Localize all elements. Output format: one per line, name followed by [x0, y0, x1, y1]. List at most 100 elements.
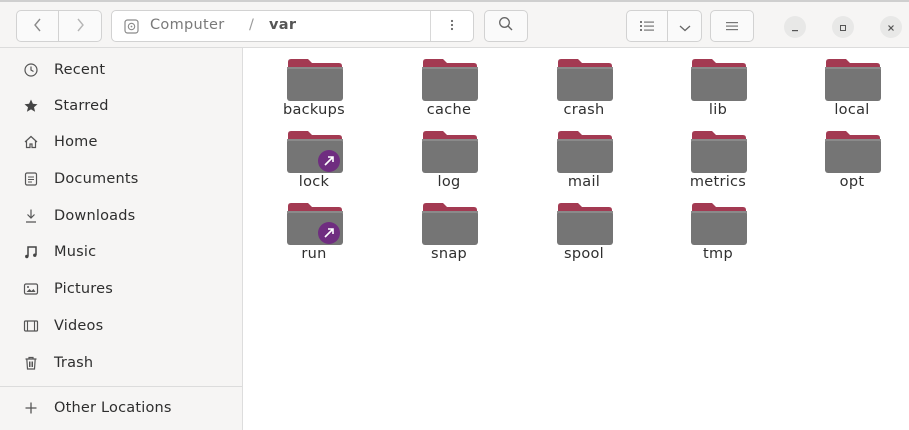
header-bar: Computer / var — [0, 2, 909, 48]
sidebar-item-videos[interactable]: Videos — [0, 308, 242, 344]
view-options-dropdown[interactable] — [668, 10, 702, 42]
folder-symlink-icon — [286, 202, 344, 246]
clock-icon — [22, 61, 40, 79]
folder-icon — [690, 58, 748, 102]
folder-lock[interactable]: lock — [259, 124, 369, 194]
folder-cache[interactable]: cache — [394, 52, 504, 122]
minimize-button[interactable] — [784, 16, 806, 38]
download-icon — [22, 207, 40, 225]
folder-label: lib — [708, 102, 728, 118]
sidebar: Recent Starred Home Documents Downloads — [0, 48, 243, 430]
folder-icon — [421, 130, 479, 174]
sidebar-item-label: Pictures — [54, 281, 114, 297]
folder-grid: backups cache crash lib local lock log mail metr… — [243, 48, 909, 430]
minimize-icon — [790, 18, 800, 37]
folder-icon — [690, 202, 748, 246]
folder-metrics[interactable]: metrics — [663, 124, 773, 194]
chevron-left-icon — [33, 17, 43, 36]
sidebar-divider — [0, 386, 242, 387]
sidebar-item-label: Videos — [54, 318, 104, 334]
folder-label: mail — [567, 174, 601, 190]
folder-label: backups — [282, 102, 346, 118]
view-controls — [626, 10, 702, 42]
sidebar-item-label: Home — [54, 134, 98, 150]
forward-button[interactable] — [59, 10, 102, 42]
folder-icon — [556, 202, 614, 246]
path-separator: / — [249, 17, 254, 33]
plus-icon — [22, 399, 40, 417]
search-button[interactable] — [484, 10, 528, 42]
back-button[interactable] — [16, 10, 59, 42]
folder-icon — [824, 58, 882, 102]
video-icon — [22, 317, 40, 335]
folder-tmp[interactable]: tmp — [663, 196, 773, 266]
sidebar-item-label: Music — [54, 244, 97, 260]
sidebar-item-other-locations[interactable]: Other Locations — [0, 390, 242, 426]
maximize-button[interactable] — [832, 16, 854, 38]
music-icon — [22, 243, 40, 261]
folder-opt[interactable]: opt — [797, 124, 907, 194]
folder-icon — [421, 202, 479, 246]
sidebar-item-label: Recent — [54, 62, 106, 78]
sidebar-item-trash[interactable]: Trash — [0, 345, 242, 381]
folder-label: tmp — [703, 246, 733, 262]
list-view-button[interactable] — [626, 10, 668, 42]
sidebar-item-label: Starred — [54, 98, 109, 114]
folder-icon — [556, 130, 614, 174]
folder-spool[interactable]: spool — [529, 196, 639, 266]
drive-icon — [124, 19, 139, 38]
folder-lib[interactable]: lib — [663, 52, 773, 122]
hamburger-icon — [725, 17, 739, 36]
maximize-icon — [838, 18, 848, 37]
list-view-icon — [639, 17, 655, 36]
sidebar-item-home[interactable]: Home — [0, 124, 242, 160]
picture-icon — [22, 280, 40, 298]
sidebar-item-label: Downloads — [54, 208, 136, 224]
sidebar-item-recent[interactable]: Recent — [0, 52, 242, 88]
file-manager-window: Computer / var Recent Starred Home Docum… — [0, 0, 909, 430]
chevron-right-icon — [75, 17, 85, 36]
folder-icon — [824, 130, 882, 174]
sidebar-item-downloads[interactable]: Downloads — [0, 198, 242, 234]
folder-label: log — [437, 174, 461, 190]
folder-label: lock — [298, 174, 330, 190]
path-bar[interactable]: Computer / var — [111, 10, 474, 42]
folder-icon — [556, 58, 614, 102]
path-segment-current[interactable]: var — [269, 17, 296, 33]
folder-label: snap — [430, 246, 468, 262]
folder-label: metrics — [689, 174, 747, 190]
sidebar-item-music[interactable]: Music — [0, 234, 242, 270]
folder-label: cache — [426, 102, 472, 118]
folder-icon — [286, 58, 344, 102]
folder-run[interactable]: run — [259, 196, 369, 266]
folder-log[interactable]: log — [394, 124, 504, 194]
folder-backups[interactable]: backups — [259, 52, 369, 122]
folder-icon — [421, 58, 479, 102]
folder-label: opt — [839, 174, 865, 190]
folder-label: local — [834, 102, 870, 118]
path-segment-computer[interactable]: Computer — [150, 17, 224, 33]
folder-label: spool — [563, 246, 605, 262]
folder-crash[interactable]: crash — [529, 52, 639, 122]
sidebar-item-pictures[interactable]: Pictures — [0, 271, 242, 307]
search-icon — [498, 16, 514, 36]
navigation-buttons — [16, 10, 102, 42]
folder-label: run — [301, 246, 327, 262]
trash-icon — [22, 354, 40, 372]
folder-label: crash — [563, 102, 605, 118]
folder-mail[interactable]: mail — [529, 124, 639, 194]
sidebar-item-starred[interactable]: Starred — [0, 88, 242, 124]
folder-icon — [690, 130, 748, 174]
close-button[interactable] — [880, 16, 902, 38]
sidebar-item-documents[interactable]: Documents — [0, 161, 242, 197]
document-icon — [22, 170, 40, 188]
star-icon — [22, 97, 40, 115]
main-menu-button[interactable] — [710, 10, 754, 42]
sidebar-item-label: Trash — [54, 355, 94, 371]
chevron-down-icon — [679, 17, 691, 36]
path-menu-button[interactable] — [431, 11, 473, 41]
folder-snap[interactable]: snap — [394, 196, 504, 266]
home-icon — [22, 133, 40, 151]
sidebar-item-label: Documents — [54, 171, 139, 187]
folder-local[interactable]: local — [797, 52, 907, 122]
